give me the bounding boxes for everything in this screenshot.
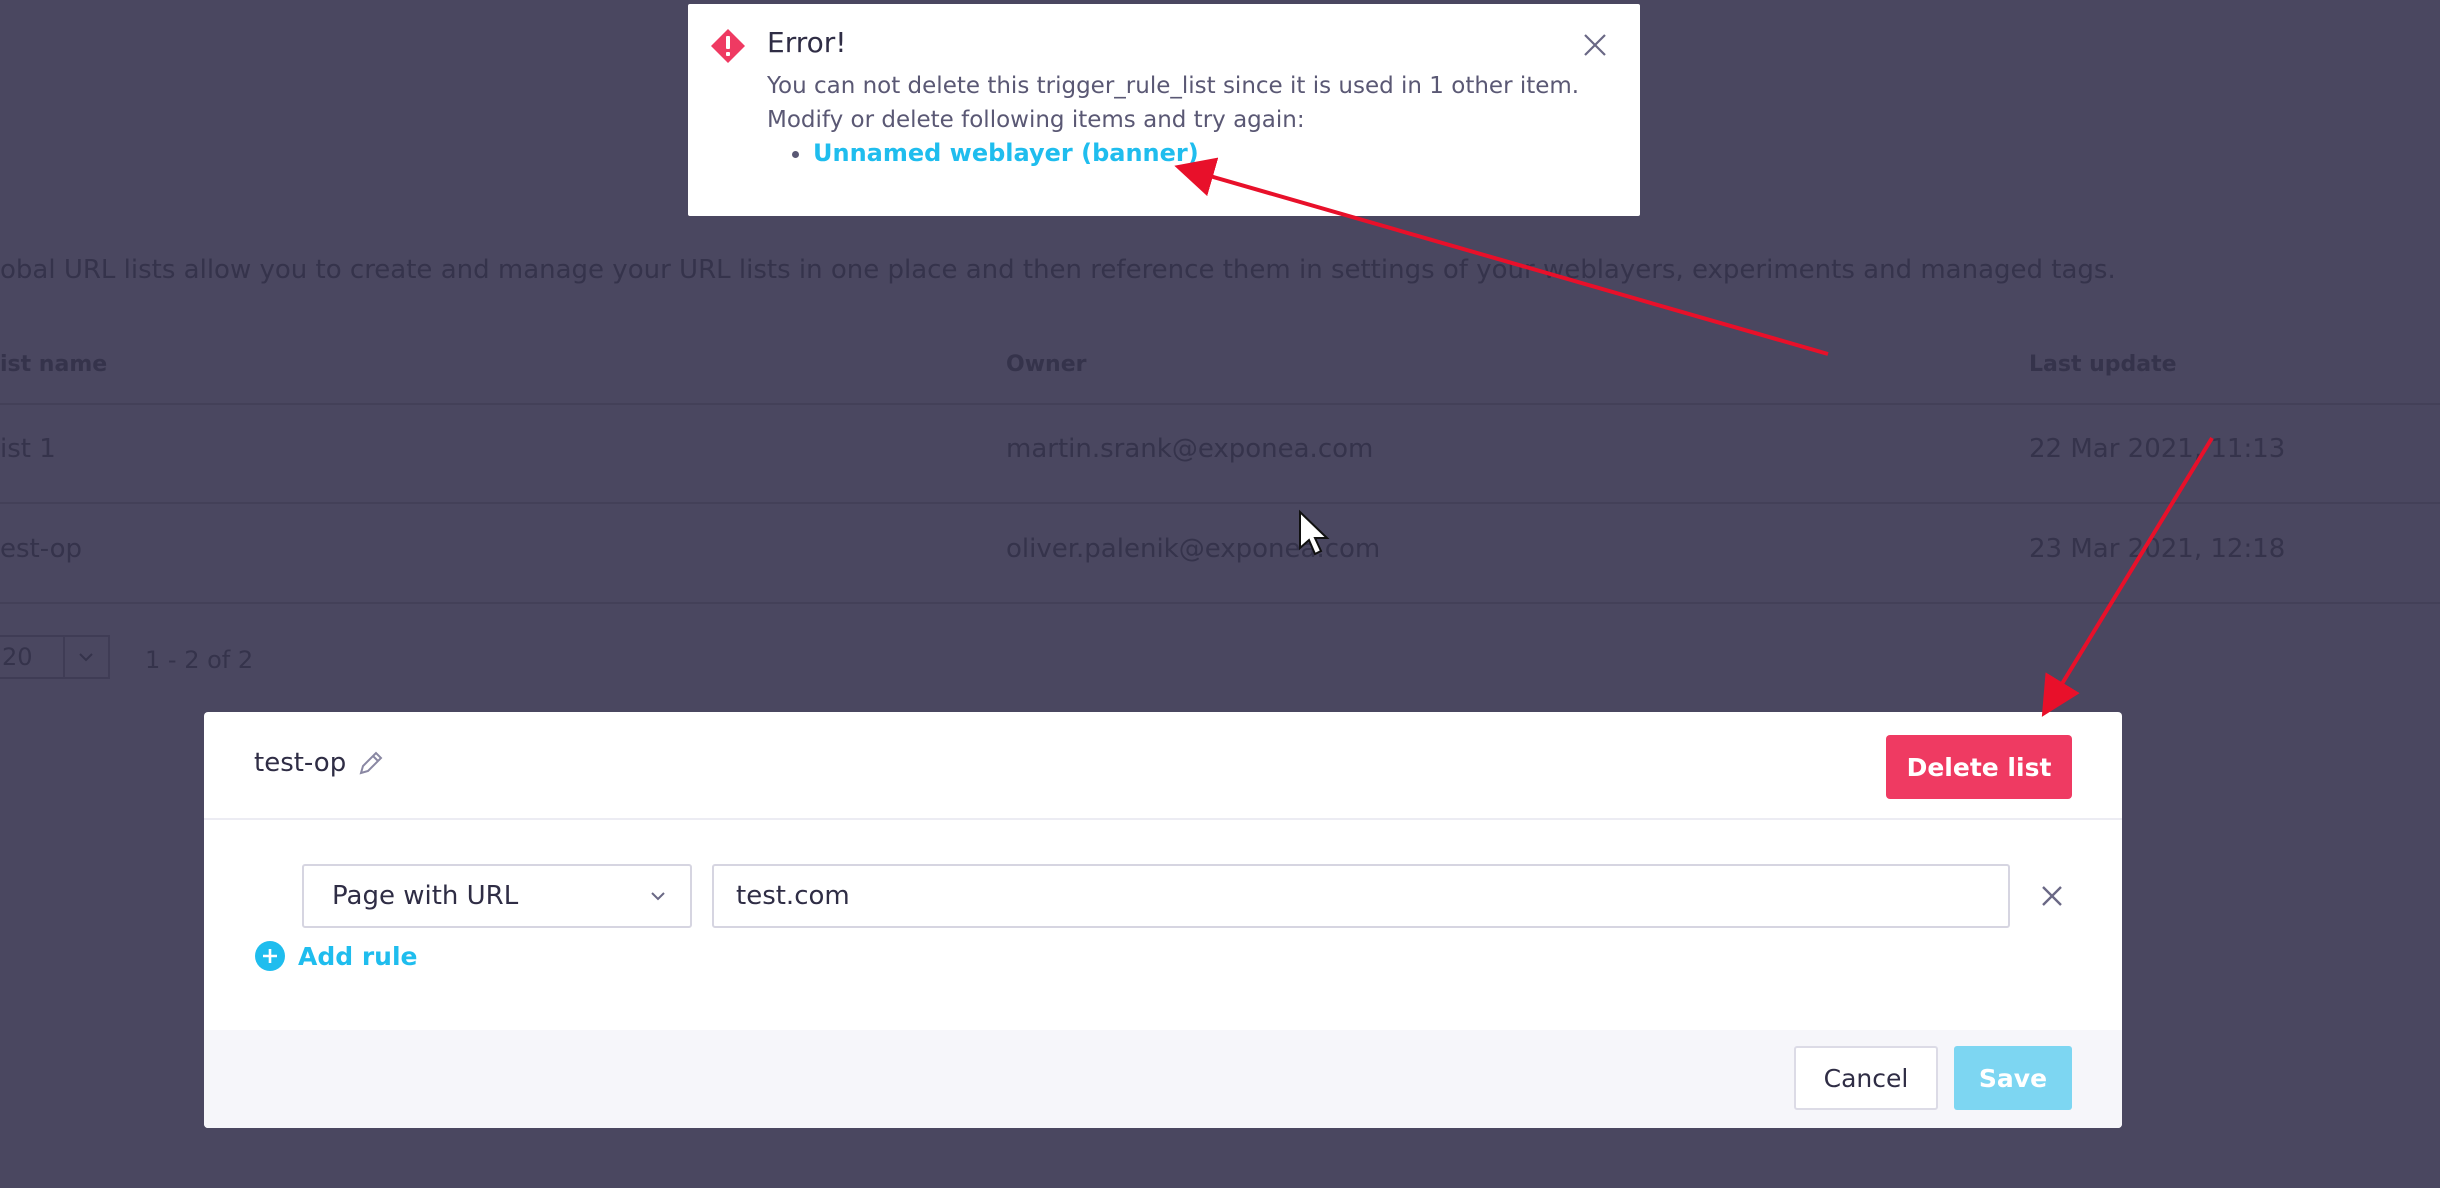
- cell-owner: oliver.palenik@exponea.com: [1006, 534, 1381, 564]
- blocking-items-list: Unnamed weblayer (banner): [767, 139, 1640, 167]
- add-rule-label: Add rule: [298, 941, 418, 971]
- page-description: obal URL lists allow you to create and m…: [0, 255, 2116, 285]
- cell-list-name: ist 1: [0, 434, 56, 464]
- column-header-list-name: ist name: [0, 352, 108, 377]
- list-name-title: test-op: [254, 748, 347, 778]
- chevron-down-icon: [646, 884, 670, 908]
- modal-footer: Cancel Save: [204, 1030, 2122, 1128]
- delete-list-button[interactable]: Delete list: [1886, 735, 2072, 799]
- rule-type-select[interactable]: Page with URL: [302, 864, 692, 928]
- cell-owner: martin.srank@exponea.com: [1006, 434, 1374, 464]
- plus-circle-icon: [254, 940, 286, 972]
- save-button[interactable]: Save: [1954, 1046, 2072, 1110]
- cancel-button[interactable]: Cancel: [1794, 1046, 1938, 1110]
- toast-message-line2: Modify or delete following items and try…: [767, 107, 1305, 133]
- list-item: Unnamed weblayer (banner): [813, 139, 1640, 167]
- warning-diamond-icon: [708, 26, 748, 66]
- annotation-arrow: [2041, 436, 2214, 717]
- pencil-icon[interactable]: [356, 748, 386, 778]
- toast-message-line1: You can not delete this trigger_rule_lis…: [767, 73, 1580, 99]
- error-toast: Error! You can not delete this trigger_r…: [688, 4, 1640, 216]
- column-header-last-update: Last update: [2029, 352, 2177, 377]
- remove-rule-icon[interactable]: [2036, 880, 2068, 912]
- close-toast-icon[interactable]: [1580, 30, 1610, 60]
- rule-type-value: Page with URL: [332, 881, 519, 911]
- cell-list-name: est-op: [0, 534, 83, 564]
- cell-last-update: 23 Mar 2021, 12:18: [2029, 534, 2286, 564]
- modal-header: test-op Delete list: [204, 712, 2122, 820]
- table-divider: [0, 502, 2440, 504]
- cell-last-update: 22 Mar 2021, 11:13: [2029, 434, 2286, 464]
- pagination-range: 1 - 2 of 2: [145, 646, 254, 674]
- toast-title: Error!: [767, 26, 847, 59]
- column-header-owner: Owner: [1006, 352, 1087, 377]
- table-divider: [0, 602, 2440, 604]
- blocking-item-link[interactable]: Unnamed weblayer (banner): [813, 139, 1199, 167]
- per-page-select[interactable]: 20: [0, 635, 110, 679]
- add-rule-button[interactable]: Add rule: [254, 940, 418, 972]
- per-page-value: 20: [2, 643, 33, 671]
- edit-list-modal: test-op Delete list Page with URL test.c…: [204, 712, 2122, 1128]
- table-divider: [0, 403, 2440, 405]
- chevron-down-icon: [62, 637, 108, 677]
- url-input[interactable]: [712, 864, 2010, 928]
